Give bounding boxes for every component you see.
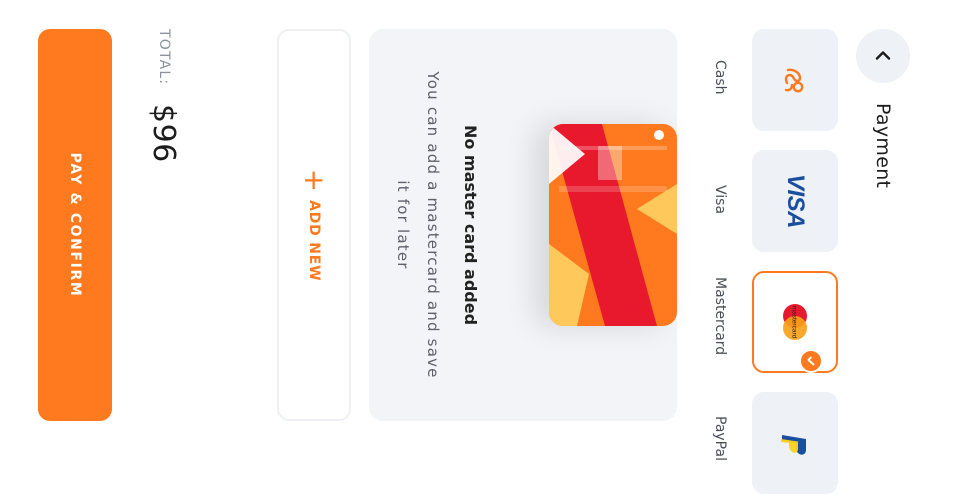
selected-check-badge bbox=[799, 349, 823, 373]
method-visa[interactable]: VISA bbox=[752, 150, 838, 252]
paypal-logo bbox=[781, 435, 806, 455]
add-new-button[interactable]: + ADD NEW bbox=[277, 29, 351, 421]
chevron-left-icon bbox=[875, 51, 891, 60]
method-label-paypal: PayPal bbox=[712, 416, 728, 461]
empty-state-subtitle: You can add a mastercard and save it for… bbox=[394, 71, 442, 379]
page-title: Payment bbox=[872, 103, 894, 189]
method-cash[interactable] bbox=[752, 29, 838, 131]
method-label-cash: Cash bbox=[712, 60, 728, 95]
method-paypal[interactable] bbox=[752, 392, 838, 494]
pay-confirm-button[interactable]: PAY & CONFIRM bbox=[38, 29, 112, 421]
method-mastercard[interactable]: mastercard bbox=[752, 271, 838, 373]
mastercard-logo: mastercard bbox=[783, 304, 807, 340]
card-illustration bbox=[549, 124, 677, 326]
add-new-label: ADD NEW bbox=[306, 200, 322, 282]
back-button[interactable] bbox=[856, 29, 910, 83]
method-label-visa: Visa bbox=[712, 185, 728, 215]
check-icon bbox=[807, 356, 815, 366]
payment-screen: Payment VISA mastercard Cash Visa Master… bbox=[0, 0, 970, 494]
method-label-mastercard: Mastercard bbox=[712, 277, 728, 356]
visa-logo: VISA bbox=[782, 173, 809, 228]
cash-hand-icon bbox=[784, 68, 804, 93]
plus-icon: + bbox=[298, 168, 331, 193]
empty-state-title: No master card added bbox=[461, 124, 480, 326]
total-label: TOTAL: bbox=[156, 29, 172, 86]
total-amount: $96 bbox=[146, 104, 181, 163]
svg-text:mastercard: mastercard bbox=[791, 306, 798, 339]
